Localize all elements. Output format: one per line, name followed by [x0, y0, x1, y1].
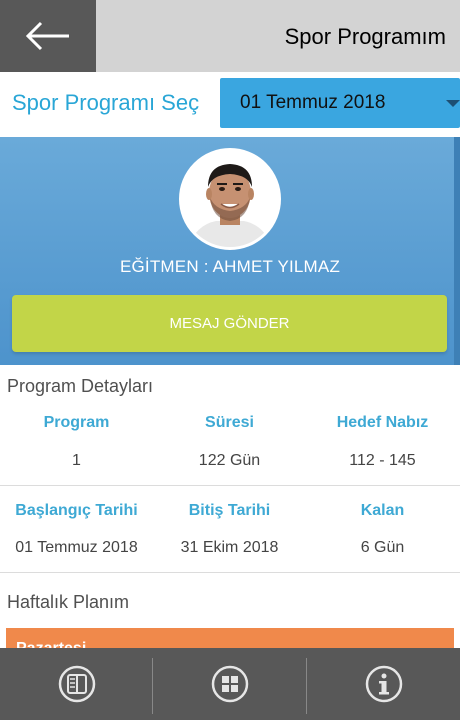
avatar-photo — [182, 151, 278, 247]
nav-tab-program[interactable] — [0, 648, 153, 720]
grid-icon — [211, 665, 248, 703]
page-title: Spor Programım — [284, 24, 446, 49]
send-message-button[interactable]: MESAJ GÖNDER — [12, 295, 447, 352]
program-selector-row: Spor Programı Seç 01 Temmuz 2018 — [0, 72, 460, 136]
detail-value-duration: 122 Gün — [198, 452, 261, 469]
detail-header-remaining: Kalan — [360, 502, 405, 519]
trainer-panel: EĞİTMEN : AHMET YILMAZ MESAJ GÖNDER — [0, 137, 460, 365]
arrow-left-icon — [25, 21, 69, 51]
nav-tab-grid[interactable] — [153, 648, 306, 720]
chevron-down-icon — [446, 100, 460, 107]
nav-tab-info[interactable] — [307, 648, 460, 720]
detail-header-target-pulse: Hedef Nabız — [336, 414, 429, 431]
app-header: Spor Programım — [0, 0, 460, 72]
program-dropdown[interactable]: 01 Temmuz 2018 — [220, 78, 460, 128]
program-dropdown-value: 01 Temmuz 2018 — [240, 92, 386, 113]
detail-value-target-pulse: 112 - 145 — [349, 452, 416, 469]
bottom-nav — [0, 648, 460, 720]
scroll-indicator — [454, 137, 460, 365]
program-selector-label: Spor Programı Seç — [12, 90, 200, 115]
divider — [0, 572, 460, 573]
weekly-plan-title: Haftalık Planım — [7, 592, 130, 612]
detail-header-end-date: Bitiş Tarihi — [188, 502, 271, 519]
detail-header-program: Program — [43, 414, 110, 431]
back-button[interactable] — [0, 0, 96, 72]
detail-value-end-date: 31 Ekim 2018 — [180, 539, 279, 556]
detail-header-duration: Süresi — [205, 414, 254, 431]
trainer-avatar — [179, 148, 281, 250]
program-details-title: Program Detayları — [7, 376, 154, 396]
detail-value-remaining: 6 Gün — [360, 539, 405, 556]
detail-header-start-date: Başlangıç Tarihi — [15, 502, 138, 519]
book-icon — [58, 665, 95, 703]
detail-value-start-date: 01 Temmuz 2018 — [15, 539, 138, 556]
trainer-name: EĞİTMEN : AHMET YILMAZ — [119, 257, 341, 276]
detail-value-program: 1 — [72, 452, 81, 469]
info-icon — [365, 665, 402, 703]
divider — [0, 485, 460, 486]
